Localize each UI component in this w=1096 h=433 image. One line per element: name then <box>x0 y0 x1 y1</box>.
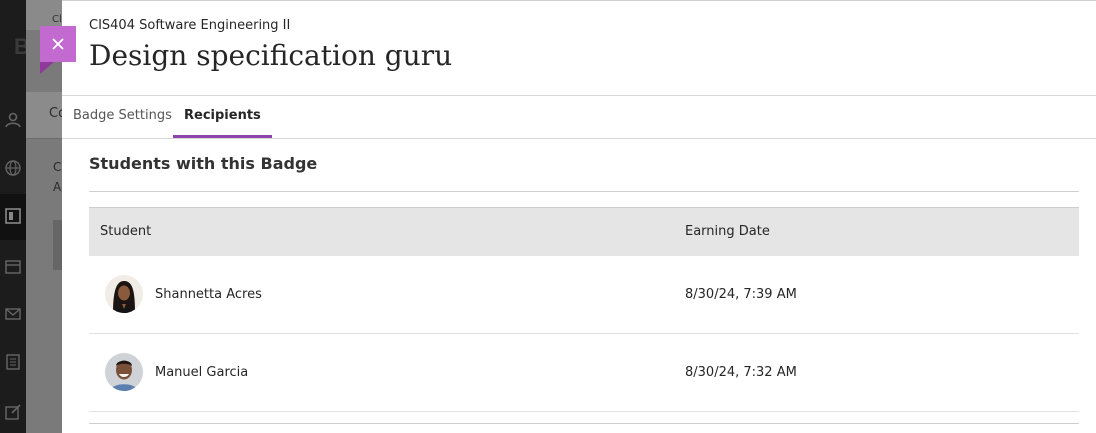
avatar <box>105 275 143 313</box>
user-icon <box>5 112 21 128</box>
table-header: Student Earning Date <box>89 207 1079 256</box>
calendar-icon <box>5 260 21 274</box>
tab-bar: Badge Settings Recipients <box>62 96 1096 139</box>
avatar <box>105 353 143 391</box>
student-name[interactable]: Shannetta Acres <box>155 256 262 333</box>
course-name: CIS404 Software Engineering II <box>89 18 291 33</box>
column-header-earning-date[interactable]: Earning Date <box>685 208 770 256</box>
close-button[interactable] <box>40 26 76 74</box>
background-top-text: Cl <box>52 14 62 25</box>
grades-icon <box>6 354 20 370</box>
earning-date: 8/30/24, 7:32 AM <box>685 365 797 380</box>
tab-badge-settings[interactable]: Badge Settings <box>62 96 183 138</box>
globe-icon <box>5 160 21 176</box>
tab-recipients[interactable]: Recipients <box>173 96 272 138</box>
close-icon <box>52 38 64 50</box>
avatar-photo-icon <box>105 275 143 313</box>
column-header-student[interactable]: Student <box>100 208 151 256</box>
mail-icon <box>5 308 21 320</box>
courses-icon <box>5 208 21 224</box>
avatar-photo-icon <box>105 353 143 391</box>
divider <box>89 191 1079 192</box>
background-nav-rail <box>0 0 26 433</box>
page-title: Design specification guru <box>89 39 453 72</box>
edit-icon <box>5 404 21 420</box>
table-row[interactable]: Manuel Garcia 8/30/24, 7:32 AM <box>89 334 1079 412</box>
section-title: Students with this Badge <box>89 154 318 173</box>
earning-date: 8/30/24, 7:39 AM <box>685 287 797 302</box>
student-name[interactable]: Manuel Garcia <box>155 334 248 411</box>
background-text: C <box>53 160 62 174</box>
recipients-table: Student Earning Date Shannetta Acres 8/3… <box>89 207 1079 412</box>
panel-header: CIS404 Software Engineering II Design sp… <box>62 1 1096 96</box>
divider <box>89 423 1079 424</box>
table-row[interactable]: Shannetta Acres 8/30/24, 7:39 AM <box>89 256 1079 334</box>
badge-detail-panel: CIS404 Software Engineering II Design sp… <box>62 0 1096 433</box>
background-text: A <box>53 180 62 194</box>
